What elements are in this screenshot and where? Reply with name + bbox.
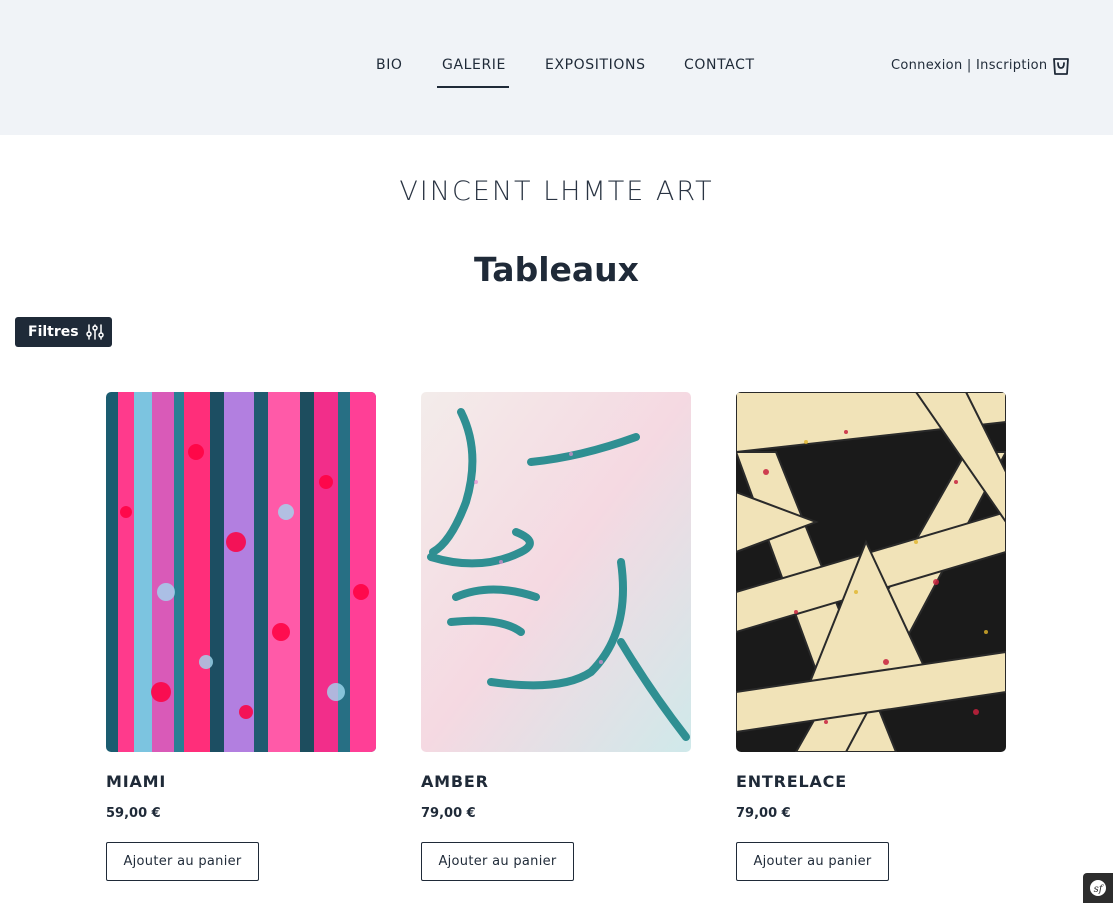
nav-item-expositions[interactable]: EXPOSITIONS bbox=[545, 56, 646, 74]
sliders-icon bbox=[85, 324, 104, 340]
filters-label: Filtres bbox=[28, 324, 79, 340]
product-image-entrelace[interactable] bbox=[736, 392, 1006, 752]
site-header: BIO GALERIE EXPOSITIONS CONTACT Connexio… bbox=[0, 0, 1113, 135]
product-image-amber[interactable] bbox=[421, 392, 691, 752]
nav-item-galerie[interactable]: GALERIE bbox=[442, 56, 506, 74]
product-card: MIAMI 59,00 € Ajouter au panier bbox=[106, 392, 376, 881]
symfony-icon[interactable]: sf bbox=[1083, 873, 1113, 903]
auth-separator: | bbox=[966, 58, 972, 73]
add-to-cart-button[interactable]: Ajouter au panier bbox=[106, 842, 259, 881]
product-name[interactable]: MIAMI bbox=[106, 773, 376, 791]
active-nav-indicator bbox=[437, 86, 509, 88]
product-card: ENTRELACE 79,00 € Ajouter au panier bbox=[736, 392, 1006, 881]
signup-link[interactable]: Inscription bbox=[976, 58, 1047, 73]
filters-button[interactable]: Filtres bbox=[15, 317, 112, 347]
nav-item-contact[interactable]: CONTACT bbox=[684, 56, 755, 74]
brand-name: VINCENT LHMTE ART bbox=[399, 176, 714, 207]
add-to-cart-button[interactable]: Ajouter au panier bbox=[421, 842, 574, 881]
product-price: 79,00 € bbox=[421, 806, 476, 821]
nav-item-bio[interactable]: BIO bbox=[376, 56, 403, 74]
product-name[interactable]: AMBER bbox=[421, 773, 691, 791]
page-title: Tableaux bbox=[474, 250, 639, 289]
product-price: 79,00 € bbox=[736, 806, 791, 821]
shopping-bag-icon[interactable] bbox=[1051, 56, 1071, 76]
add-to-cart-button[interactable]: Ajouter au panier bbox=[736, 842, 889, 881]
product-image-miami[interactable] bbox=[106, 392, 376, 752]
product-card: AMBER 79,00 € Ajouter au panier bbox=[421, 392, 691, 881]
product-price: 59,00 € bbox=[106, 806, 161, 821]
product-name[interactable]: ENTRELACE bbox=[736, 773, 1006, 791]
auth-links: Connexion | Inscription bbox=[891, 58, 1047, 73]
login-link[interactable]: Connexion bbox=[891, 58, 962, 73]
